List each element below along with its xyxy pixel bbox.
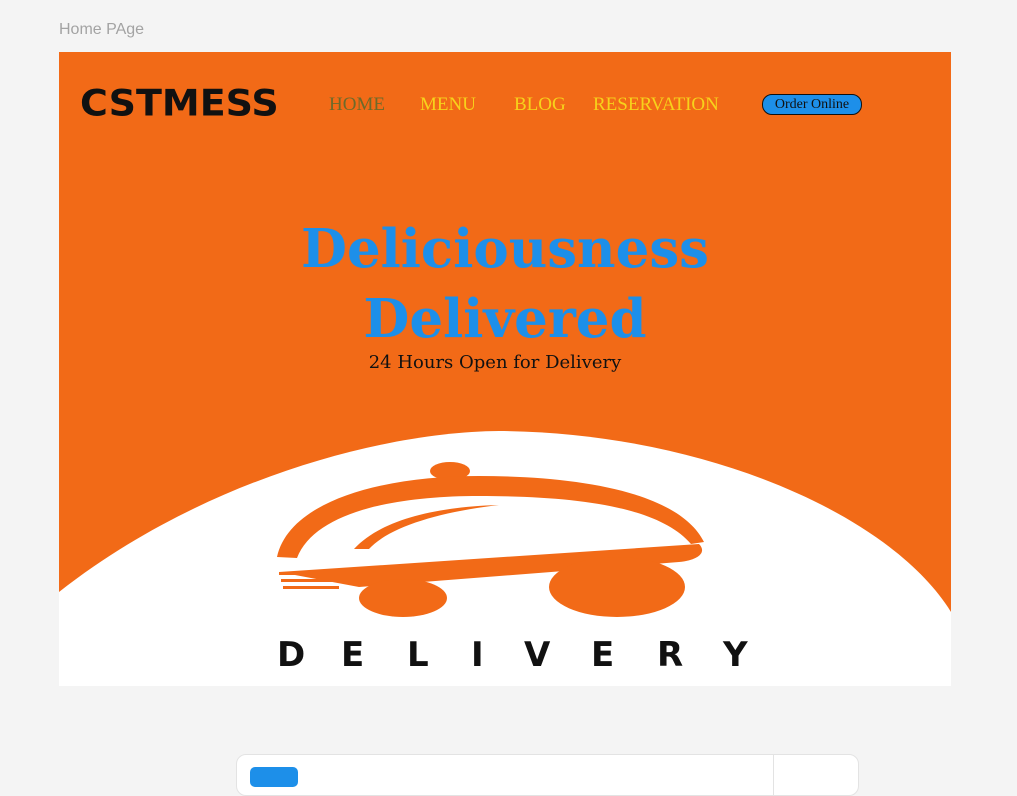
- speed-line-1: [279, 572, 339, 575]
- toolbar-blue-icon[interactable]: [250, 767, 298, 787]
- delivery-letter: V: [524, 635, 551, 675]
- front-wheel: [549, 557, 685, 617]
- delivery-letter: E: [341, 635, 364, 675]
- delivery-letter: D: [277, 635, 305, 675]
- delivery-illustration: D E L I V E R Y: [59, 431, 951, 686]
- rear-wheel: [359, 579, 447, 617]
- bottom-toolbar-card: [236, 754, 859, 796]
- frame-label: Home PAge: [59, 21, 145, 38]
- toolbar-divider: [773, 755, 774, 795]
- delivery-letter: I: [471, 635, 484, 675]
- home-page-frame: CSTMESS HOME MENU BLOG RESERVATION Order…: [59, 52, 951, 686]
- delivery-letter: R: [657, 635, 683, 675]
- delivery-letter: E: [591, 635, 614, 675]
- delivery-letter: L: [407, 635, 429, 675]
- speed-line-2: [281, 579, 339, 582]
- speed-line-3: [283, 586, 339, 589]
- delivery-letter: Y: [722, 635, 748, 675]
